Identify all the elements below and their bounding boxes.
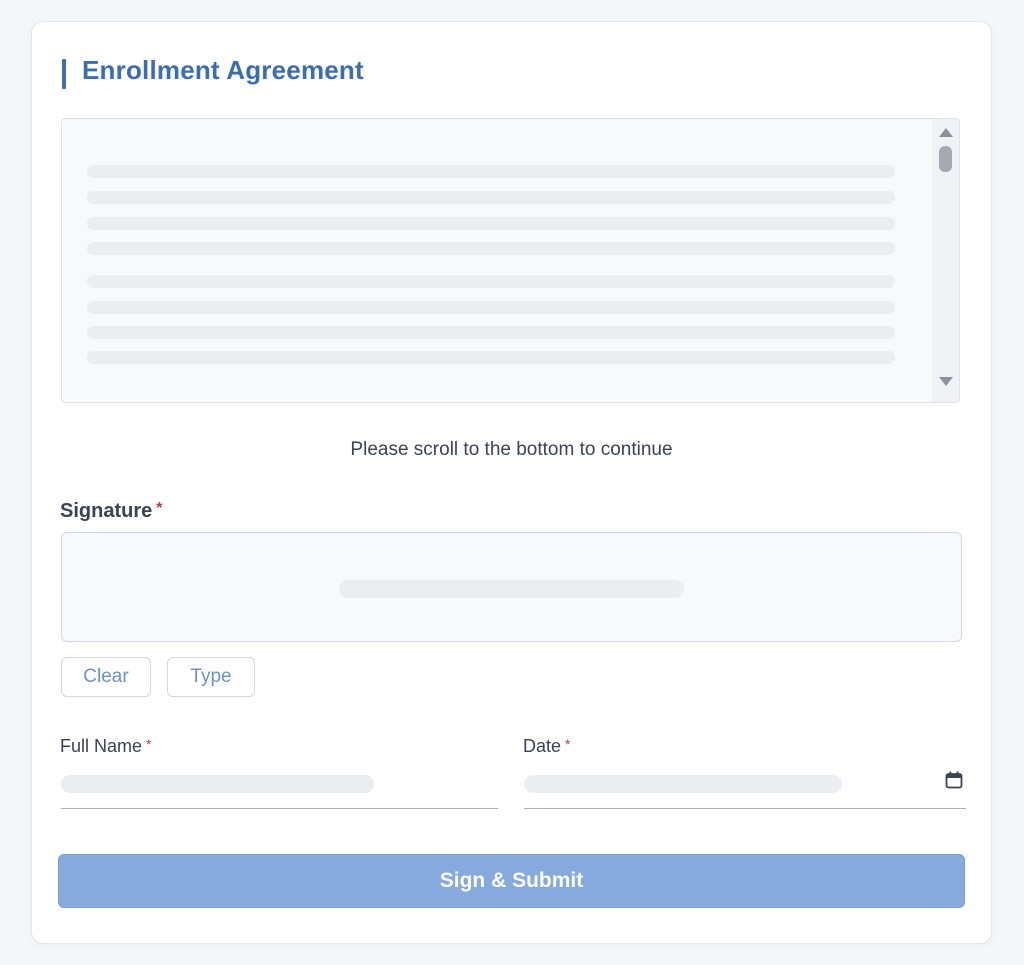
date-input[interactable] <box>524 767 966 809</box>
signature-placeholder <box>339 580 684 598</box>
date-label: Date * <box>523 736 570 757</box>
signature-label-text: Signature <box>60 500 153 522</box>
agreement-text-box[interactable] <box>61 118 960 403</box>
scroll-up-arrow-icon[interactable] <box>939 128 953 137</box>
agreement-text-line <box>87 165 895 178</box>
full-name-input[interactable] <box>61 767 498 809</box>
agreement-scrollbar[interactable] <box>932 119 959 402</box>
enrollment-card: Enrollment Agreement Please scroll to th… <box>31 21 992 944</box>
full-name-placeholder <box>61 775 374 793</box>
calendar-icon[interactable] <box>945 771 963 789</box>
agreement-text-line <box>87 301 895 314</box>
full-name-label-text: Full Name <box>60 736 143 756</box>
scroll-hint-text: Please scroll to the bottom to continue <box>350 439 673 460</box>
required-mark: * <box>146 736 152 752</box>
agreement-text-line <box>87 217 895 230</box>
agreement-text-line <box>87 242 895 255</box>
agreement-text-line <box>87 191 895 204</box>
required-mark: * <box>565 736 571 752</box>
required-mark: * <box>156 500 163 517</box>
agreement-text-line <box>87 275 895 288</box>
signature-label: Signature * <box>60 500 162 523</box>
scroll-thumb[interactable] <box>939 146 952 172</box>
agreement-text-line <box>87 326 895 339</box>
type-button[interactable]: Type <box>167 657 255 697</box>
date-label-text: Date <box>523 736 562 756</box>
clear-button[interactable]: Clear <box>61 657 151 697</box>
full-name-label: Full Name * <box>60 736 151 757</box>
sign-submit-button[interactable]: Sign & Submit <box>58 854 965 908</box>
title-accent-bar <box>62 59 66 89</box>
page-title: Enrollment Agreement <box>82 55 364 85</box>
agreement-text-line <box>87 351 895 364</box>
signature-pad[interactable] <box>61 532 962 642</box>
scroll-down-arrow-icon[interactable] <box>939 377 953 386</box>
date-placeholder <box>524 775 842 793</box>
